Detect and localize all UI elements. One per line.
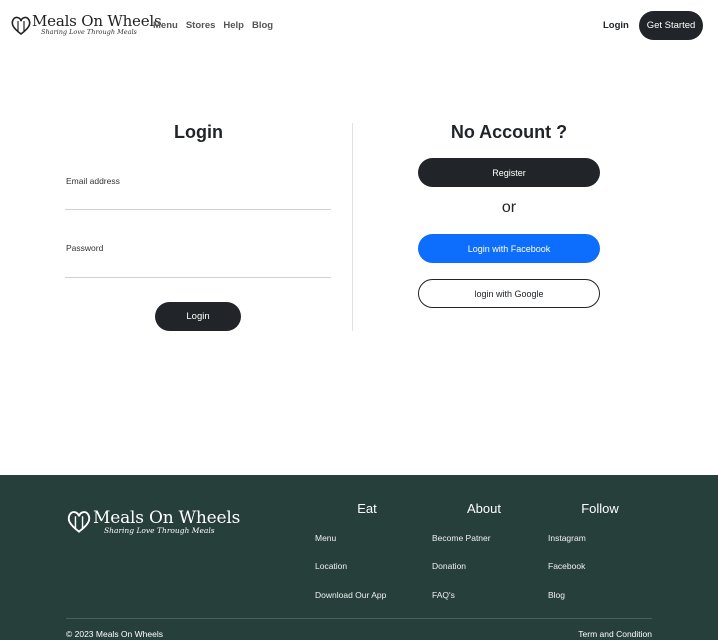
no-account-title: No Account ? — [450, 122, 568, 142]
site-footer: Meals On Wheels Sharing Love Through Mea… — [0, 475, 718, 640]
footer-heading-eat: Eat — [357, 501, 377, 516]
get-started-button[interactable]: Get Started — [639, 11, 703, 40]
footer-link-location[interactable]: Location — [315, 561, 347, 571]
login-title: Login — [174, 122, 223, 142]
footer-logo-title: Meals On Wheels — [93, 508, 241, 528]
footer-link-instagram[interactable]: Instagram — [548, 533, 586, 543]
footer-logo[interactable]: Meals On Wheels Sharing Love Through Mea… — [66, 508, 240, 538]
footer-divider — [66, 618, 652, 619]
login-submit-button[interactable]: Login — [155, 302, 241, 331]
or-separator: or — [501, 199, 517, 216]
footer-link-blog[interactable]: Blog — [548, 590, 565, 600]
footer-column-follow: Follow Instagram Facebook Blog — [548, 501, 668, 600]
footer-link-faqs[interactable]: FAQ's — [432, 590, 455, 600]
heart-logo-icon — [67, 511, 91, 533]
header-login-link[interactable]: Login — [603, 20, 629, 31]
main-nav: Menu Stores Help Blog — [153, 20, 281, 31]
google-login-button[interactable]: login with Google — [418, 279, 600, 308]
heart-logo-icon — [11, 16, 31, 36]
footer-heading-follow: Follow — [581, 501, 619, 516]
copyright-text: © 2023 Meals On Wheels — [66, 629, 163, 639]
site-logo[interactable]: Meals On Wheels Sharing Love Through Mea… — [10, 12, 162, 38]
password-label: Password — [66, 243, 104, 253]
nav-link-stores[interactable]: Stores — [186, 20, 216, 31]
footer-link-menu[interactable]: Menu — [315, 533, 336, 543]
email-label: Email address — [66, 176, 120, 186]
footer-heading-about: About — [467, 501, 501, 516]
footer-link-donation[interactable]: Donation — [432, 561, 466, 571]
vertical-divider — [352, 123, 353, 331]
password-field[interactable] — [65, 277, 331, 278]
footer-link-download-app[interactable]: Download Our App — [315, 590, 386, 600]
site-header: Meals On Wheels Sharing Love Through Mea… — [0, 0, 718, 50]
register-button[interactable]: Register — [418, 158, 600, 187]
nav-link-blog[interactable]: Blog — [252, 20, 273, 31]
footer-logo-tagline: Sharing Love Through Meals — [104, 526, 215, 535]
footer-link-facebook[interactable]: Facebook — [548, 561, 585, 571]
email-field[interactable] — [65, 209, 331, 210]
nav-link-help[interactable]: Help — [223, 20, 244, 31]
facebook-login-button[interactable]: Login with Facebook — [418, 234, 600, 263]
footer-column-about: About Become Patner Donation FAQ's — [432, 501, 552, 600]
footer-column-eat: Eat Menu Location Download Our App — [315, 501, 435, 600]
nav-link-menu[interactable]: Menu — [153, 20, 178, 31]
terms-link[interactable]: Term and Condition — [578, 629, 652, 639]
footer-link-become-partner[interactable]: Become Patner — [432, 533, 491, 543]
logo-tagline: Sharing Love Through Meals — [41, 28, 137, 36]
